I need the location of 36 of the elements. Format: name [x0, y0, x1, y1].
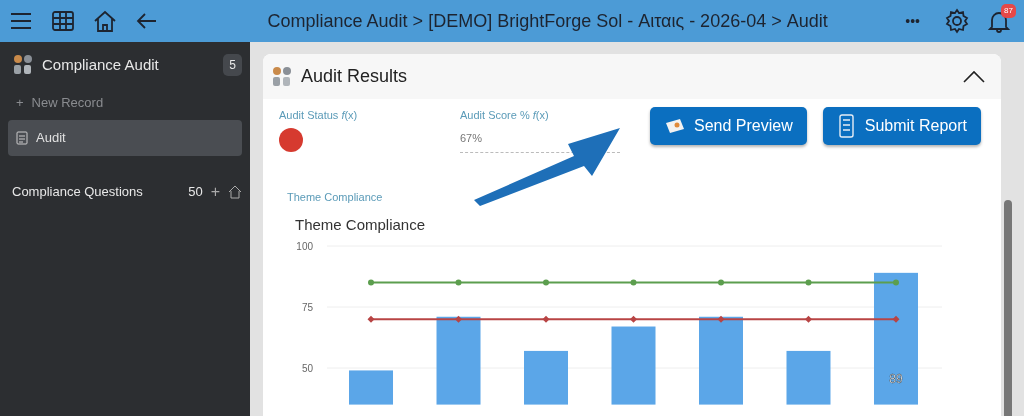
send-preview-button[interactable]: Send Preview [650, 107, 807, 145]
submit-report-button[interactable]: Submit Report [822, 107, 981, 145]
chart-label: Theme Compliance [287, 190, 384, 205]
bar [524, 350, 568, 405]
page-title: Compliance Audit > [DEMO] BrightForge Sol - Αιταις - 2026-04 > Audit [266, 9, 829, 33]
add-button[interactable]: + [210, 179, 220, 204]
collapse-chevron-icon[interactable] [963, 69, 985, 84]
field-label: Audit Score % f(x) [460, 108, 550, 123]
sidebar-title: Compliance Audit [42, 55, 160, 75]
question-count: 50 [188, 182, 203, 201]
plus-icon[interactable]: + [16, 92, 24, 112]
home-icon[interactable] [228, 184, 242, 199]
field-label: Audit Status f(x) [279, 108, 359, 123]
card-title: Audit Results [301, 65, 409, 88]
people-icon [271, 65, 293, 88]
grid-icon[interactable] [50, 8, 76, 34]
settings-icon[interactable] [944, 8, 970, 34]
checklist-icon [836, 114, 857, 138]
section-label[interactable]: Compliance Questions [12, 181, 189, 202]
notification-count: 87 [1001, 4, 1016, 18]
axis-tick-label: 75 [301, 302, 313, 313]
bar [349, 370, 393, 405]
chart-title: Theme Compliance [295, 214, 427, 235]
scrollbar[interactable] [1004, 200, 1012, 416]
record-count: 5 [223, 54, 242, 77]
axis-tick-label: 100 [296, 241, 313, 252]
home-icon[interactable] [92, 8, 118, 34]
more-menu[interactable]: ••• [905, 10, 920, 32]
people-icon [12, 54, 34, 77]
bar [786, 350, 831, 405]
bar-value-label: 89 [889, 371, 903, 386]
axis-tick-label: 50 [301, 363, 313, 374]
new-record-link[interactable]: New Record [31, 92, 104, 112]
sidebar-item[interactable]: Audit [8, 120, 242, 156]
envelope-icon [664, 117, 686, 135]
document-icon [16, 130, 28, 145]
